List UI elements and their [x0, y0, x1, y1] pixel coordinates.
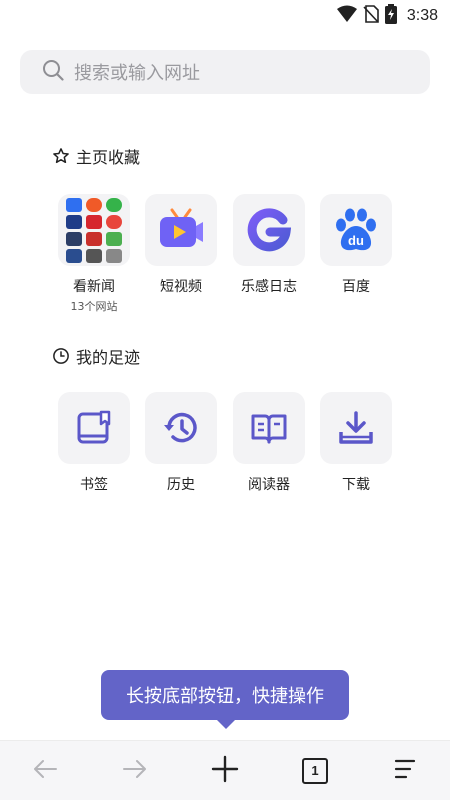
status-bar: 3:38: [0, 0, 450, 32]
g-logo-icon: [233, 194, 305, 266]
new-tab-button[interactable]: [200, 746, 250, 796]
favorite-sublabel: 13个网站: [70, 300, 118, 313]
footprint-history[interactable]: 历史: [145, 392, 217, 494]
star-icon: [52, 147, 70, 165]
search-placeholder: 搜索或输入网址: [74, 63, 200, 84]
history-icon: [145, 392, 217, 464]
favorite-short-video[interactable]: 短视频: [145, 194, 217, 296]
no-sim-icon: [363, 5, 379, 27]
footprint-label: 历史: [167, 477, 195, 493]
footprint-downloads[interactable]: 下载: [320, 392, 392, 494]
footprint-reader[interactable]: 阅读器: [233, 392, 305, 494]
news-grid-icon: [58, 194, 130, 266]
footprint-label: 下载: [342, 477, 370, 493]
menu-button[interactable]: [380, 746, 430, 796]
tabs-button[interactable]: 1: [290, 746, 340, 796]
favorite-news[interactable]: 看新闻 13个网站: [58, 194, 130, 314]
tooltip-text: 长按底部按钮，快捷操作: [126, 686, 324, 707]
bookmark-icon: [58, 392, 130, 464]
favorite-legan-diary[interactable]: 乐感日志: [233, 194, 305, 296]
book-icon: [233, 392, 305, 464]
favorites-title-text: 主页收藏: [76, 148, 141, 167]
shortcut-tooltip: 长按底部按钮，快捷操作: [101, 670, 349, 729]
svg-text:du: du: [348, 233, 364, 248]
menu-icon: [393, 758, 417, 784]
favorite-label: 百度: [342, 279, 370, 295]
back-button[interactable]: [20, 746, 70, 796]
footprint-label: 书签: [80, 477, 108, 493]
footprint-bookmarks[interactable]: 书签: [58, 392, 130, 494]
download-icon: [320, 392, 392, 464]
baidu-paw-icon: du: [320, 194, 392, 266]
arrow-right-icon: [122, 758, 148, 784]
footprints-section-title: 我的足迹: [52, 344, 140, 368]
tv-play-icon: [145, 194, 217, 266]
plus-icon: [211, 755, 239, 787]
footprints-title-text: 我的足迹: [76, 348, 141, 367]
tab-count-badge: 1: [302, 757, 328, 784]
favorite-baidu[interactable]: du 百度: [320, 194, 392, 296]
favorites-section-title: 主页收藏: [52, 144, 140, 168]
search-icon: [42, 59, 64, 85]
wifi-icon: [336, 5, 357, 27]
battery-charging-icon: [384, 4, 397, 28]
arrow-left-icon: [32, 758, 58, 784]
bottom-toolbar: 1: [0, 740, 450, 800]
favorite-label: 看新闻: [73, 279, 115, 295]
footprint-label: 阅读器: [248, 477, 290, 493]
favorite-label: 乐感日志: [241, 279, 297, 295]
favorite-label: 短视频: [160, 279, 202, 295]
search-input[interactable]: 搜索或输入网址: [20, 50, 430, 94]
clock-icon: [52, 347, 70, 365]
clock: 3:38: [406, 7, 438, 24]
forward-button[interactable]: [110, 746, 160, 796]
